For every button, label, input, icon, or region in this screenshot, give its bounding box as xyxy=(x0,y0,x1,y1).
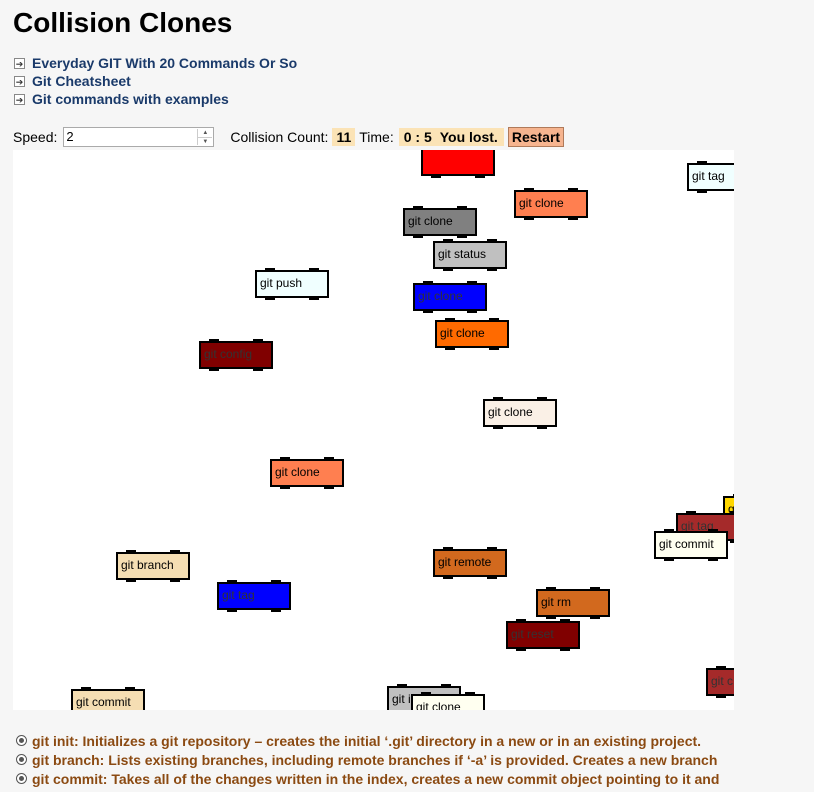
command-list: git init: Initializes a git repository –… xyxy=(16,731,814,788)
git-car[interactable]: git clone xyxy=(435,318,509,350)
restart-button[interactable]: Restart xyxy=(507,127,565,147)
git-car[interactable]: git clone xyxy=(411,692,485,710)
git-car[interactable]: git status xyxy=(433,239,507,271)
car-label: git c xyxy=(711,674,734,688)
git-car[interactable]: git rm xyxy=(536,587,610,619)
command-text: git init: Initializes a git repository –… xyxy=(32,732,702,749)
command-text: git commit: Takes all of the changes wri… xyxy=(32,770,720,787)
car-label: git clone xyxy=(416,700,461,710)
link-git-cheatsheet[interactable]: Git Cheatsheet xyxy=(32,73,131,89)
link-item[interactable]: ➔ Git commands with examples xyxy=(14,90,297,108)
git-car[interactable]: git config xyxy=(199,339,273,371)
car-label: git tag xyxy=(222,588,255,602)
git-car[interactable]: git clone xyxy=(403,206,477,238)
git-car[interactable]: git tag xyxy=(687,161,734,193)
car-label: git clone xyxy=(488,405,533,419)
game-status: You lost. xyxy=(436,128,504,146)
list-item: git commit: Takes all of the changes wri… xyxy=(16,769,814,788)
car-label: git clone xyxy=(275,465,320,479)
speed-value: 2 xyxy=(66,129,74,144)
page-title: Collision Clones xyxy=(13,7,233,38)
git-car[interactable]: git tag xyxy=(217,580,291,612)
git-car[interactable]: git reset xyxy=(506,619,580,651)
game-controls: Speed: 2 ▲ ▼ Collision Count: 11 Time: 0… xyxy=(13,126,565,148)
git-car[interactable]: git commit xyxy=(71,687,145,710)
git-car[interactable]: git push xyxy=(255,268,329,300)
git-car[interactable] xyxy=(421,150,495,178)
car-label: git clone xyxy=(408,214,453,228)
car-label: git rm xyxy=(541,595,571,609)
git-car[interactable]: git remote xyxy=(433,547,507,579)
git-car[interactable]: git branch xyxy=(116,550,190,582)
speed-input[interactable]: 2 ▲ ▼ xyxy=(63,127,215,147)
car-label: git branch xyxy=(121,558,174,572)
spin-up-icon[interactable]: ▲ xyxy=(198,129,213,138)
git-car[interactable]: git clone xyxy=(413,281,487,313)
time-label: Time: xyxy=(359,129,394,145)
git-car[interactable]: git clone xyxy=(514,188,588,220)
car-label: git commit xyxy=(76,695,131,709)
git-car[interactable]: git c xyxy=(706,666,734,698)
link-item[interactable]: ➔ Git Cheatsheet xyxy=(14,72,297,90)
car-label: git i xyxy=(392,692,411,706)
radio-bullet-icon xyxy=(16,773,27,784)
car-label: git tag xyxy=(692,169,725,183)
car-label: git remote xyxy=(438,555,492,569)
car-label: git reset xyxy=(511,627,554,641)
arrow-right-icon: ➔ xyxy=(14,57,25,69)
car-label: git clone xyxy=(440,326,485,340)
git-car[interactable]: git clone xyxy=(483,397,557,429)
car-label: git config xyxy=(204,347,253,361)
git-car[interactable]: git clone xyxy=(270,457,344,489)
speed-spinner[interactable]: ▲ ▼ xyxy=(197,129,213,146)
radio-bullet-icon xyxy=(16,735,27,746)
car-label: git clone xyxy=(519,196,564,210)
git-car[interactable]: git commit xyxy=(654,529,728,561)
speed-label: Speed: xyxy=(13,129,58,145)
link-item[interactable]: ➔ Everyday GIT With 20 Commands Or So xyxy=(14,54,297,72)
car-label: git clone xyxy=(418,289,463,303)
car-label: git commit xyxy=(659,537,714,551)
collision-count: 11 xyxy=(332,128,356,146)
game-board[interactable]: git tag git clone git clone git status git p… xyxy=(13,150,734,710)
command-text: git branch: Lists existing branches, inc… xyxy=(32,751,718,768)
link-everyday-git[interactable]: Everyday GIT With 20 Commands Or So xyxy=(32,55,297,71)
car-label: git status xyxy=(438,247,487,261)
collision-label: Collision Count: xyxy=(230,129,329,145)
arrow-right-icon: ➔ xyxy=(14,75,25,87)
link-git-commands-examples[interactable]: Git commands with examples xyxy=(32,91,229,107)
car-label: git push xyxy=(260,276,303,290)
time-value: 0 : 5 xyxy=(398,128,437,146)
list-item: git init: Initializes a git repository –… xyxy=(16,731,814,750)
reference-links: ➔ Everyday GIT With 20 Commands Or So ➔ … xyxy=(14,54,297,108)
arrow-right-icon: ➔ xyxy=(14,93,25,105)
list-item: git branch: Lists existing branches, inc… xyxy=(16,750,814,769)
spin-down-icon[interactable]: ▼ xyxy=(198,138,212,146)
radio-bullet-icon xyxy=(16,754,27,765)
